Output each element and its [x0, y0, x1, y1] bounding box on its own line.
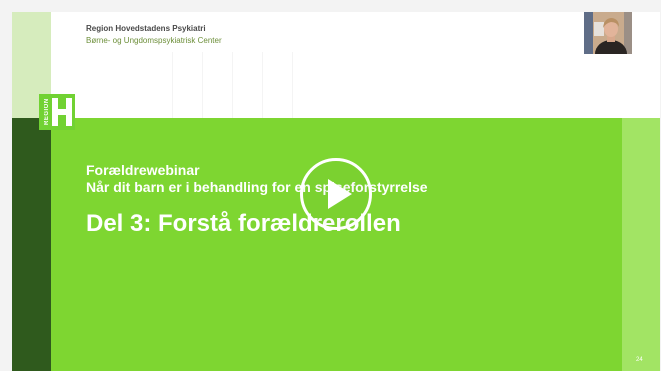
left-accent-bar-bottom	[12, 118, 51, 371]
slide-body: Forældrewebinar Når dit barn er i behand…	[12, 118, 660, 371]
slide-page-number: 24	[636, 357, 643, 363]
play-button[interactable]	[300, 158, 372, 230]
right-accent-strip	[622, 118, 660, 371]
organization-department: Børne- og Ungdomspsykiatrisk Center	[86, 36, 222, 45]
organization-name: Region Hovedstadens Psykiatri	[86, 24, 206, 33]
region-logo-text: REGION	[44, 98, 50, 126]
presenter-webcam	[584, 12, 632, 54]
video-player[interactable]: Region Hovedstadens Psykiatri Børne- og …	[12, 12, 660, 371]
play-icon	[328, 179, 352, 209]
slide-header: Region Hovedstadens Psykiatri Børne- og …	[12, 12, 660, 118]
slide-subtitle-line2: Når dit barn er i behandling for en spis…	[86, 179, 428, 195]
header-decoration	[162, 52, 322, 118]
region-h-icon	[52, 98, 72, 126]
slide-subtitle-line1: Forældrewebinar	[86, 162, 200, 178]
region-logo: REGION	[39, 94, 75, 130]
